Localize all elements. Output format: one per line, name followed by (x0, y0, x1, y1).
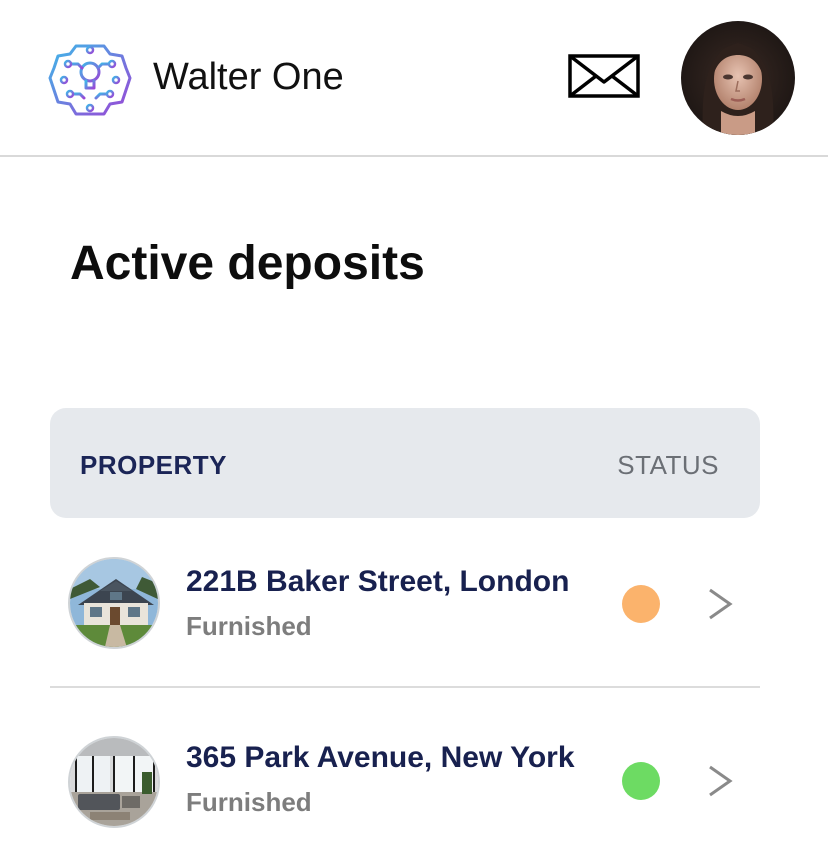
living-room-photo (68, 736, 160, 828)
property-address: 221B Baker Street, London (186, 565, 570, 598)
property-type: Furnished (186, 787, 312, 817)
brain-circuit-icon[interactable] (48, 38, 132, 120)
table-row[interactable]: 365 Park Avenue, New York Furnished (50, 720, 760, 840)
app-header: Walter One (0, 0, 828, 157)
chevron-right-icon[interactable] (706, 764, 734, 798)
column-header-property: PROPERTY (80, 450, 228, 480)
property-type: Furnished (186, 611, 312, 641)
status-indicator (622, 585, 660, 623)
app-title: Walter One (153, 56, 344, 98)
user-avatar[interactable] (681, 21, 795, 135)
table-row[interactable]: 221B Baker Street, London Furnished (50, 543, 760, 688)
column-header-status: STATUS (617, 450, 719, 480)
chevron-right-icon[interactable] (706, 587, 734, 621)
house-photo (68, 557, 160, 649)
table-header: PROPERTY STATUS (50, 408, 760, 518)
envelope-icon[interactable] (568, 54, 642, 100)
property-address: 365 Park Avenue, New York (186, 741, 575, 774)
page-title: Active deposits (70, 237, 425, 290)
status-indicator (622, 762, 660, 800)
